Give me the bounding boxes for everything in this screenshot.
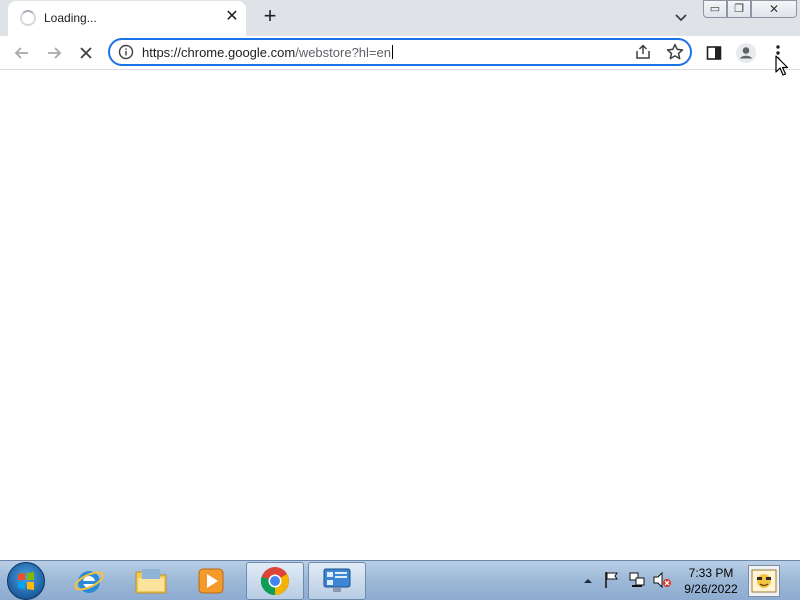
chrome-taskbar-icon[interactable] [246,562,304,600]
show-hidden-icons-icon[interactable] [582,574,594,592]
url-path: /webstore?hl=en [295,45,391,60]
network-icon[interactable] [628,571,646,594]
tab-close-icon[interactable]: ✕ [222,7,242,27]
back-icon[interactable] [10,41,34,65]
star-icon[interactable] [664,41,686,63]
address-bar[interactable]: https://chrome.google.com/webstore?hl=en [108,38,692,66]
minimize-button[interactable]: ▭ [703,0,727,18]
file-explorer-taskbar-icon[interactable] [122,562,180,600]
action-center-flag-icon[interactable] [604,571,620,594]
volume-muted-icon[interactable] [652,571,672,594]
start-button[interactable] [7,562,45,600]
stop-icon[interactable] [74,41,98,65]
tab-title: Loading... [44,11,97,25]
system-clock[interactable]: 7:33 PM 9/26/2022 [676,565,746,597]
window-controls: ▭ ❐ ✕ [703,0,797,18]
tab-search-chevron-icon[interactable] [670,6,692,28]
taskbar: 7:33 PM 9/26/2022 [0,560,800,600]
control-panel-taskbar-icon[interactable] [308,562,366,600]
tab-strip: Loading... ✕ + ▭ ❐ ✕ [0,0,800,36]
text-caret [391,45,393,59]
forward-icon[interactable] [42,41,66,65]
info-icon[interactable] [118,44,134,60]
user-avatar-icon[interactable] [748,565,780,597]
mouse-cursor-icon [775,55,789,77]
loading-spinner-icon [20,10,36,26]
url-text[interactable]: https://chrome.google.com/webstore?hl=en [142,45,393,60]
new-tab-button[interactable]: + [258,5,282,29]
restore-button[interactable]: ❐ [727,0,751,18]
profile-icon[interactable] [734,41,758,65]
url-host: https://chrome.google.com [142,45,296,60]
share-icon[interactable] [632,42,654,62]
page-content[interactable] [0,71,800,560]
browser-toolbar: https://chrome.google.com/webstore?hl=en [0,36,800,70]
clock-date: 9/26/2022 [684,582,738,596]
tab-loading[interactable]: Loading... ✕ [8,1,246,36]
media-player-taskbar-icon[interactable] [182,562,240,600]
close-window-button[interactable]: ✕ [751,0,797,18]
side-panel-icon[interactable] [702,41,726,65]
clock-time: 7:33 PM [688,566,734,580]
internet-explorer-taskbar-icon[interactable] [60,562,118,600]
